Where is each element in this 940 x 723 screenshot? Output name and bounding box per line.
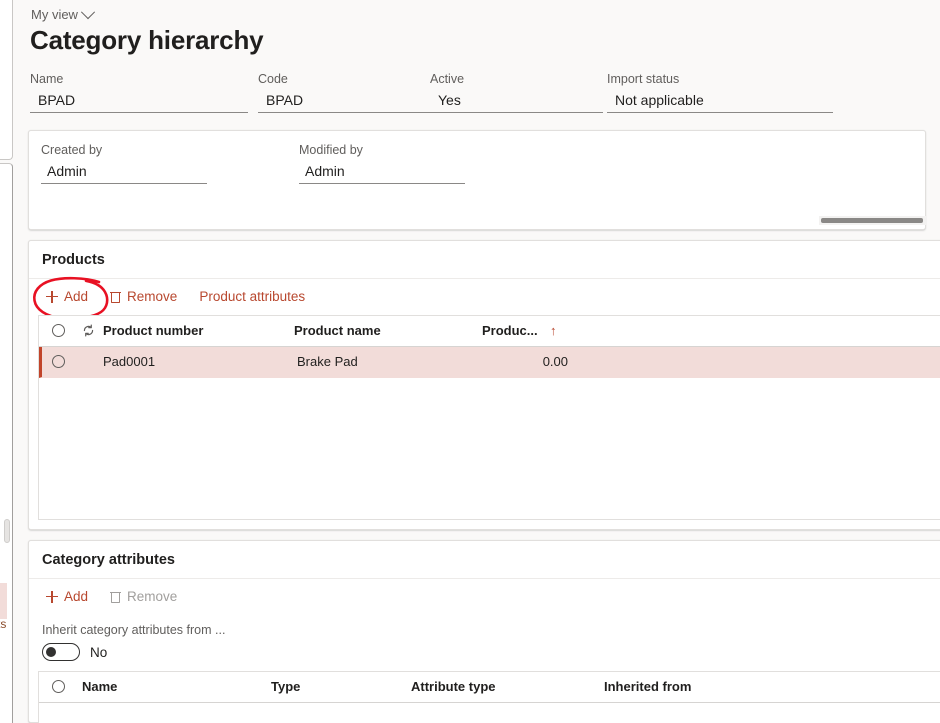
products-add-button[interactable]: Add [38,285,96,308]
column-header-name[interactable]: Name [82,679,117,694]
offscreen-label-peek: ts [0,617,7,631]
cell-product-value: 0.00 [542,354,568,369]
navigation-pane-edge-top [0,0,13,160]
field-modified-by-input[interactable]: Admin [299,162,465,184]
field-created-by-input[interactable]: Admin [41,162,207,184]
field-created-by-label: Created by [41,143,103,157]
products-grid-header: Product number Product name Produc... ↑ [39,316,940,347]
products-remove-button[interactable]: Remove [102,285,185,308]
products-remove-label: Remove [127,289,178,304]
column-header-inherited-from[interactable]: Inherited from [604,679,691,694]
sort-ascending-arrow-icon: ↑ [550,323,557,338]
category-attributes-add-label: Add [64,589,89,604]
plus-icon [46,590,58,603]
products-toolbar: Add Remove Product attributes [38,285,313,308]
inherit-category-attributes-field: Inherit category attributes from ... No [42,623,225,661]
column-header-attribute-type[interactable]: Attribute type [411,679,496,694]
row-select-radio-circle-icon[interactable] [52,355,65,368]
trash-icon [110,290,122,303]
products-add-label: Add [64,289,89,304]
field-import-status-input[interactable]: Not applicable [607,91,833,113]
products-panel-divider [29,278,940,279]
field-code: Code BPAD [258,72,436,113]
application-window: ts My view Category hierarchy Name BPAD … [0,0,940,723]
products-panel: Products Add Remove Product attributes P… [28,240,940,530]
audit-panel: Created by Admin Modified by Admin [28,130,927,230]
refresh-icon[interactable] [82,324,95,337]
field-active-input[interactable]: Yes [430,91,603,113]
inherit-category-attributes-label: Inherit category attributes from ... [42,623,226,637]
category-attributes-remove-label: Remove [127,589,178,604]
field-import-status-label: Import status [607,72,680,86]
field-name: Name BPAD [30,72,248,113]
field-active-label: Active [430,72,465,86]
audit-panel-horizontal-scrollbar[interactable] [819,216,927,225]
category-attributes-remove-button: Remove [102,585,185,608]
audit-panel-scrollbar-thumb[interactable] [821,218,923,223]
page-title: Category hierarchy [30,25,264,55]
field-code-label: Code [258,72,288,86]
field-created-by: Created by Admin [41,143,207,184]
chevron-down-icon [80,4,96,19]
inherit-category-attributes-state: No [90,644,108,660]
category-attributes-grid-header: Name Type Attribute type Inherited from [39,672,940,703]
category-attributes-toolbar: Add Remove [38,585,185,608]
navigation-pane-edge-bottom [0,163,13,723]
cell-product-number: Pad0001 [103,354,156,369]
field-modified-by: Modified by Admin [299,143,465,184]
product-attributes-button[interactable]: Product attributes [191,285,313,308]
column-header-type[interactable]: Type [271,679,300,694]
products-panel-title: Products [42,252,105,268]
plus-icon [46,290,58,303]
trash-icon [110,590,122,603]
header-field-strip: Name BPAD Code BPAD Active Yes Import st… [30,72,940,120]
field-name-input[interactable]: BPAD [30,91,248,113]
field-active: Active Yes [430,72,603,113]
view-selector[interactable]: My view [31,4,96,22]
product-attributes-label: Product attributes [199,289,306,304]
category-attributes-panel: Category attributes Add Remove Inherit c… [28,540,940,723]
column-header-product-number[interactable]: Product number [103,323,203,338]
select-all-radio-circle-icon[interactable] [52,324,65,337]
column-header-product-value[interactable]: Produc... [482,323,538,338]
products-grid: Product number Product name Produc... ↑ … [38,315,940,520]
table-row[interactable]: Pad0001 Brake Pad 0.00 [39,347,940,378]
category-attributes-panel-divider [29,578,940,579]
view-selector-label: My view [31,7,78,22]
inherit-category-attributes-toggle[interactable] [42,643,80,661]
field-import-status: Import status Not applicable [607,72,833,113]
category-attributes-grid: Name Type Attribute type Inherited from [38,671,940,723]
offscreen-selected-row-peek [0,583,7,619]
field-code-input[interactable]: BPAD [258,91,436,113]
field-name-label: Name [30,72,64,86]
cell-product-name: Brake Pad [297,354,358,369]
page-vertical-scrollbar-thumb[interactable] [4,519,10,543]
select-all-radio-circle-icon[interactable] [52,680,65,693]
column-header-product-name[interactable]: Product name [294,323,381,338]
field-modified-by-label: Modified by [299,143,363,157]
category-attributes-add-button[interactable]: Add [38,585,96,608]
page-header: My view Category hierarchy Name BPAD Cod… [14,0,940,126]
category-attributes-panel-title: Category attributes [42,552,175,568]
toggle-knob [46,647,56,657]
